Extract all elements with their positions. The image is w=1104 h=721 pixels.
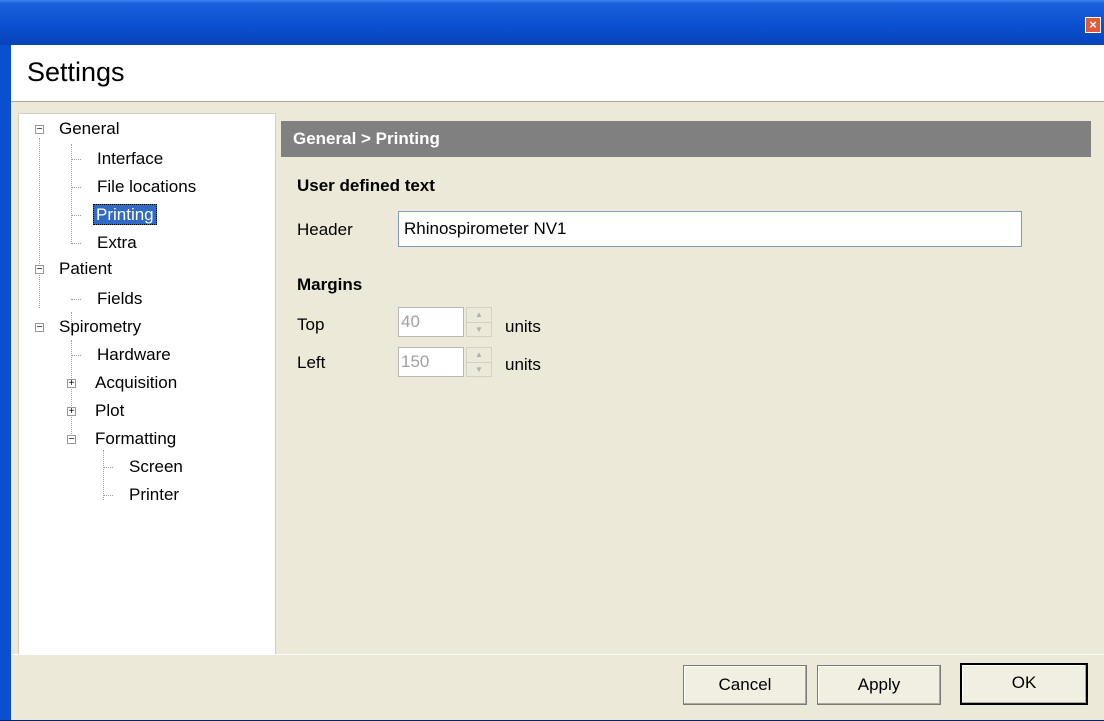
- tree-connector: [71, 243, 81, 244]
- window-border: [0, 45, 11, 720]
- header-band: Settings: [11, 45, 1104, 102]
- spin-down-icon[interactable]: ▼: [467, 363, 491, 377]
- spin-down-icon[interactable]: ▼: [467, 323, 491, 337]
- tree-item-label: Printer: [129, 485, 180, 504]
- page-title: Settings: [27, 57, 125, 87]
- spin-arrows[interactable]: ▲ ▼: [466, 347, 492, 377]
- spin-up-icon[interactable]: ▲: [467, 308, 491, 323]
- collapse-icon[interactable]: −: [67, 435, 76, 445]
- tree-connector: [71, 299, 81, 300]
- close-icon[interactable]: ×: [1085, 17, 1101, 33]
- top-margin-value[interactable]: 40: [398, 307, 464, 337]
- header-label: Header: [297, 220, 353, 239]
- left-margin-stepper[interactable]: 150 ▲ ▼: [398, 347, 494, 377]
- tree-item-printer[interactable]: Printer: [129, 484, 179, 506]
- tree-item-file-locations[interactable]: File locations: [97, 176, 196, 198]
- left-margin-value[interactable]: 150: [398, 347, 464, 377]
- margins-section-title: Margins: [297, 275, 363, 294]
- tree-connector: [71, 187, 81, 188]
- tree-connector: [103, 450, 104, 500]
- tree-item-label: File locations: [97, 177, 197, 196]
- tree-connector: [71, 355, 81, 356]
- cancel-button[interactable]: Cancel: [683, 665, 807, 705]
- expand-icon[interactable]: +: [67, 379, 76, 389]
- top-margin-unit: units: [505, 317, 541, 336]
- tree-item-label: Extra: [97, 233, 137, 252]
- settings-tree[interactable]: − General Interface File locations Print…: [18, 113, 276, 655]
- title-bar[interactable]: ×: [0, 0, 1104, 45]
- breadcrumb: General > Printing: [281, 121, 1091, 157]
- spin-up-icon[interactable]: ▲: [467, 348, 491, 363]
- tree-item-label: Fields: [97, 289, 143, 308]
- tree-item-extra[interactable]: Extra: [97, 232, 137, 254]
- collapse-icon[interactable]: −: [35, 323, 44, 333]
- tree-item-label: Spirometry: [59, 317, 142, 336]
- tree-item-label: Formatting: [95, 429, 177, 448]
- tree-item-label: Patient: [59, 259, 112, 278]
- tree-item-screen[interactable]: Screen: [129, 456, 183, 478]
- header-input[interactable]: [398, 211, 1022, 247]
- expand-icon[interactable]: +: [67, 407, 76, 417]
- tree-connector: [103, 495, 113, 496]
- tree-item-label: Screen: [129, 457, 183, 476]
- tree-item-hardware[interactable]: Hardware: [97, 344, 171, 366]
- tree-item-printing[interactable]: Printing: [93, 204, 157, 226]
- tree-item-label: General: [59, 119, 120, 138]
- tree-item-label: Hardware: [97, 345, 171, 364]
- collapse-icon[interactable]: −: [35, 125, 44, 135]
- user-text-section-title: User defined text: [297, 176, 435, 195]
- tree-connector: [71, 215, 81, 216]
- tree-item-fields[interactable]: Fields: [97, 288, 142, 310]
- apply-button[interactable]: Apply: [817, 665, 941, 705]
- settings-window: × Settings − General Interface File loca…: [0, 0, 1104, 720]
- tree-item-interface[interactable]: Interface: [97, 148, 163, 170]
- tree-item-label: Plot: [95, 401, 125, 420]
- collapse-icon[interactable]: −: [35, 265, 44, 275]
- tree-item-label: Printing: [93, 204, 157, 225]
- tree-connector: [39, 138, 40, 308]
- button-bar: Cancel Apply OK: [11, 654, 1104, 721]
- left-margin-unit: units: [505, 355, 541, 374]
- ok-button[interactable]: OK: [960, 663, 1088, 705]
- tree-connector: [103, 467, 113, 468]
- spin-arrows[interactable]: ▲ ▼: [466, 307, 492, 337]
- top-margin-label: Top: [297, 315, 325, 334]
- top-margin-stepper[interactable]: 40 ▲ ▼: [398, 307, 494, 337]
- left-margin-label: Left: [297, 353, 326, 372]
- tree-connector: [71, 159, 81, 160]
- tree-item-label: Interface: [97, 149, 164, 168]
- tree-item-label: Acquisition: [95, 373, 178, 392]
